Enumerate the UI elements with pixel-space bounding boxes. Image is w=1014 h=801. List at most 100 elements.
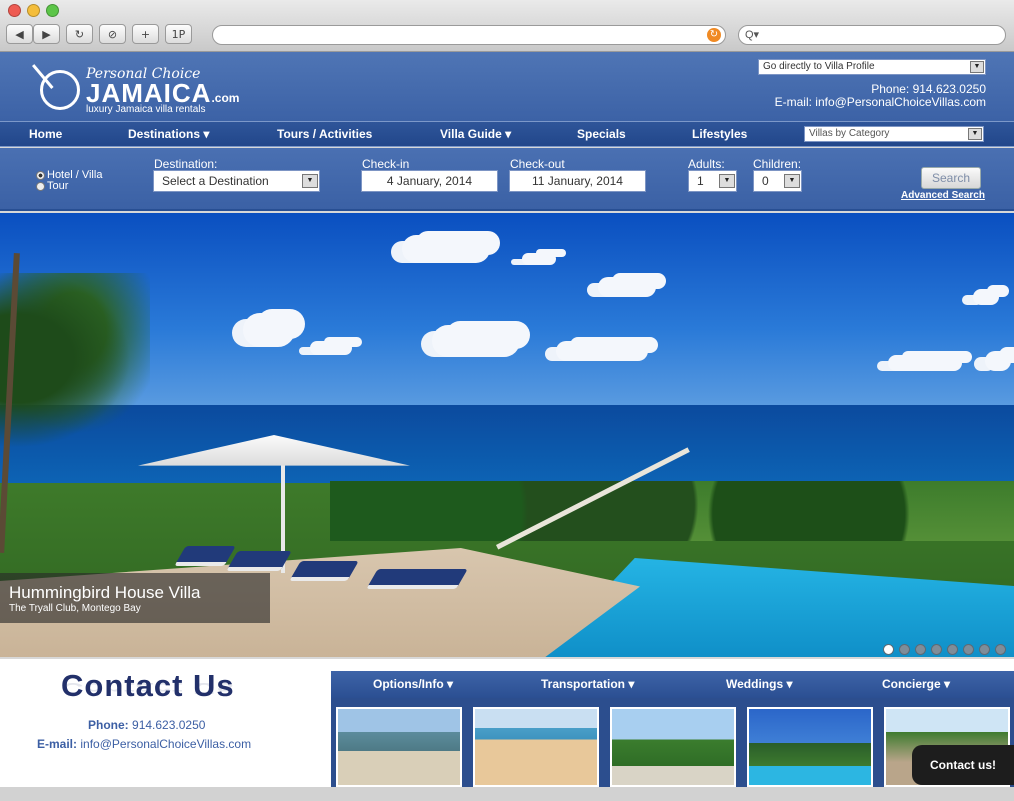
destination-label: Destination: [154,157,218,171]
subnav-concierge[interactable]: Concierge ▾ [882,677,950,691]
slide-dot[interactable] [899,644,910,655]
chevron-down-icon[interactable]: ▼ [970,61,984,73]
palm-tree-leaves [0,273,150,463]
thumb-palm-lawn[interactable] [610,707,736,787]
radio-unselected-icon[interactable] [36,181,45,191]
nav-specials[interactable]: Specials [577,127,626,141]
chevron-down-icon[interactable]: ▼ [719,174,735,188]
checkout-label: Check-out [510,157,565,171]
thumb-infinity-pool[interactable] [747,707,873,787]
contact-phone-value: 914.623.0250 [132,718,206,732]
slide-dot[interactable] [883,644,894,655]
browser-search-field[interactable]: Q▾ [738,25,1006,45]
slide-dot[interactable] [963,644,974,655]
children-select[interactable]: 0 ▼ [753,170,802,192]
subnav-weddings[interactable]: Weddings ▾ [726,677,792,691]
cloud-shape [985,351,1011,371]
logo-tagline: luxury Jamaica villa rentals [86,104,206,115]
lounger [366,569,468,589]
slide-dot[interactable] [915,644,926,655]
checkin-date-field[interactable]: 4 January, 2014 [361,170,498,192]
cloud-shape [310,341,352,355]
cloud-shape [598,277,656,297]
thumb-kids-beach[interactable] [473,707,599,787]
contact-email-value[interactable]: info@PersonalChoiceVillas.com [80,737,251,751]
cloud-shape [522,253,556,265]
children-label: Children: [753,157,802,171]
nav-villa-guide[interactable]: Villa Guide ▾ [440,127,511,141]
adults-select-value: 1 [697,174,704,188]
destination-select-value: Select a Destination [162,174,269,188]
category-select-value: Villas by Category [809,128,890,139]
checkout-date-field[interactable]: 11 January, 2014 [509,170,646,192]
slide-dots [883,644,1006,655]
slide-dot[interactable] [947,644,958,655]
chevron-down-icon[interactable]: ▼ [968,128,982,140]
services-nav: Options/Info ▾ Transportation ▾ Weddings… [331,671,1014,698]
adults-select[interactable]: 1 ▼ [688,170,737,192]
block-button[interactable]: ⊘ [99,24,126,44]
contact-email[interactable]: E-mail: info@PersonalChoiceVillas.com [37,737,251,751]
nav-destinations[interactable]: Destinations ▾ [128,127,209,141]
window-bottom-edge [0,787,1014,801]
radio-tour-label: Tour [47,180,69,192]
lounger [289,561,359,581]
nav-lifestyles[interactable]: Lifestyles [692,127,747,141]
cloud-shape [402,235,490,263]
cloud-shape [432,325,520,357]
nav-tours-activities[interactable]: Tours / Activities [277,127,372,141]
back-button[interactable]: ◀ [6,24,33,44]
cloud-shape [243,313,295,347]
villa-profile-select-value: Go directly to Villa Profile [763,61,875,72]
adults-label: Adults: [688,157,725,171]
cloud-shape [973,289,999,305]
hero-slideshow[interactable]: Hummingbird House Villa The Tryall Club,… [0,213,1014,657]
slide-dot[interactable] [979,644,990,655]
window-controls [8,4,59,17]
radio-tour[interactable]: Tour [36,180,68,192]
advanced-search-link[interactable]: Advanced Search [901,190,985,201]
contact-phone-key: Phone: [88,718,129,732]
slide-subtitle: The Tryall Club, Montego Bay [9,603,141,614]
header-phone: Phone: 914.623.0250 [871,82,986,96]
thumb-beach-wedding[interactable] [336,707,462,787]
subnav-options-info[interactable]: Options/Info ▾ [373,677,453,691]
chevron-down-icon[interactable]: ▼ [302,174,318,188]
reload-button[interactable]: ↻ [66,24,93,44]
minimize-window-icon[interactable] [27,4,40,17]
cloud-shape [888,355,962,371]
chevron-down-icon[interactable]: ▼ [784,174,800,188]
cloud-shape [556,341,648,361]
contact-chat-button[interactable]: Contact us! [912,745,1014,785]
destination-select[interactable]: Select a Destination ▼ [153,170,320,192]
slide-dot[interactable] [995,644,1006,655]
logo-dotcom: .com [211,91,240,105]
search-button[interactable]: Search [921,167,981,189]
hero-sky [0,213,1014,407]
header-email[interactable]: E-mail: info@PersonalChoiceVillas.com [775,95,986,109]
subnav-transportation[interactable]: Transportation ▾ [541,677,634,691]
children-select-value: 0 [762,174,769,188]
slide-title[interactable]: Hummingbird House Villa [9,583,201,603]
search-icon: Q▾ [745,29,760,41]
contact-phone: Phone: 914.623.0250 [88,718,205,732]
slide-dot[interactable] [931,644,942,655]
nav-home[interactable]: Home [29,127,62,141]
site-header: Personal Choice JAMAICA.com luxury Jamai… [0,40,1014,121]
radio-selected-icon[interactable] [36,170,45,180]
password-manager-button[interactable]: 1P [165,24,192,44]
browser-toolbar: ◀ ▶ ↻ ⊘ + 1P ↻ Q▾ [0,0,1014,52]
villa-profile-select[interactable]: Go directly to Villa Profile ▼ [758,59,986,75]
villas-by-category-select[interactable]: Villas by Category ▼ [804,126,984,142]
main-nav: Home Destinations ▾ Tours / Activities V… [0,121,1014,147]
address-bar[interactable]: ↻ [212,25,726,45]
contact-email-key: E-mail: [37,737,78,751]
checkin-label: Check-in [362,157,410,171]
forward-button[interactable]: ▶ [33,24,60,44]
lounger [226,551,292,571]
add-bookmark-button[interactable]: + [132,24,159,44]
contact-us-reflection: Contact Us [61,679,235,698]
close-window-icon[interactable] [8,4,21,17]
reload-icon[interactable]: ↻ [707,28,721,42]
zoom-window-icon[interactable] [46,4,59,17]
